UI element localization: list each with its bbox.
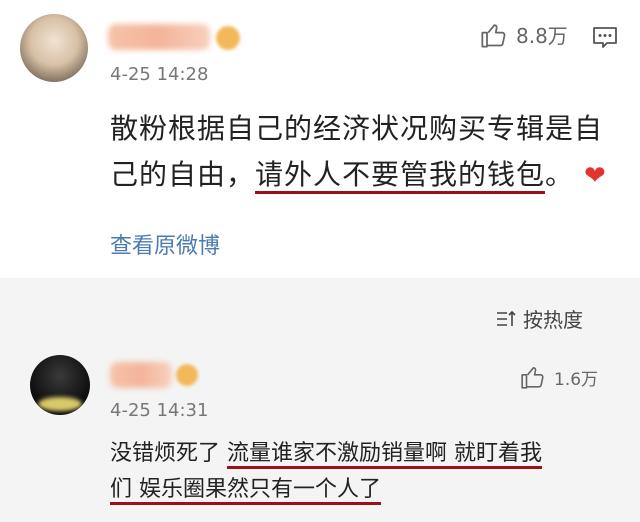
underlined-text: 们 娱乐圈果然只有一个人了: [110, 477, 381, 505]
avatar[interactable]: [30, 355, 90, 415]
heart-icon: ❤: [584, 161, 607, 191]
like-count: 1.6万: [554, 369, 599, 390]
user-badge-icon: [176, 364, 198, 386]
user-badge-icon: [216, 26, 240, 50]
username-blurred[interactable]: [110, 362, 172, 388]
comment-text: 没错烦死了 流量谁家不激励销量啊 就盯着我们 娱乐圈果然只有一个人了: [110, 436, 610, 508]
comment-timestamp: 4-25 14:31: [110, 400, 209, 421]
thumbs-up-icon: [521, 366, 544, 389]
underlined-text: 流量谁家不激励销量啊 就盯着我: [227, 441, 542, 469]
comment-text: 散粉根据自己的经济状况购买专辑是自己的自由，请外人不要管我的钱包。 ❤: [110, 106, 610, 199]
sort-by-heat-button[interactable]: 按热度: [495, 304, 583, 333]
username-blurred[interactable]: [108, 24, 210, 50]
thumbs-up-icon: [481, 23, 506, 48]
comment-timestamp: 4-25 14:28: [110, 64, 209, 85]
like-count: 8.8万: [516, 24, 568, 48]
underlined-text: 请外人不要管我的钱包: [255, 158, 546, 194]
like-button[interactable]: 1.6万: [520, 364, 598, 390]
view-original-post-link[interactable]: 查看原微博: [110, 228, 220, 260]
like-button[interactable]: 8.8万: [480, 20, 568, 49]
sort-icon: [497, 310, 516, 326]
avatar[interactable]: [20, 14, 88, 82]
comment-more-icon[interactable]: [592, 26, 618, 50]
